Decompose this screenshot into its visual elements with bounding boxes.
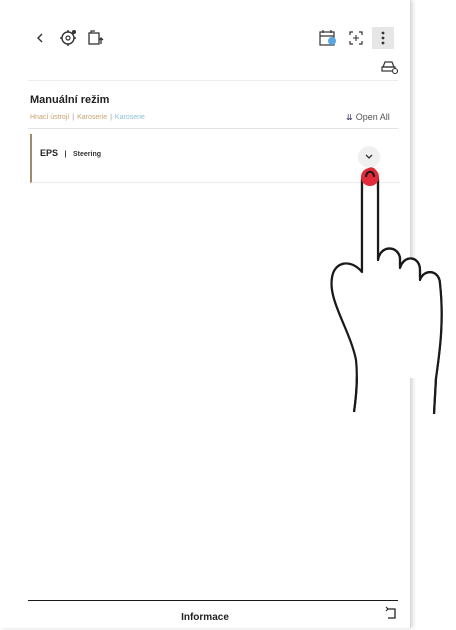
more-vertical-icon[interactable]	[372, 27, 394, 49]
capture-icon[interactable]	[344, 26, 368, 50]
breadcrumb-item[interactable]: Hnací ústrojí	[30, 114, 69, 121]
double-chevron-down-icon: ⇊	[346, 113, 353, 122]
breadcrumb: Hnací ústrojí | Karoserie | Karoserie	[30, 114, 145, 121]
toolbar-divider	[28, 80, 398, 81]
footer-divider	[28, 600, 398, 601]
gear-scan-icon[interactable]	[56, 26, 80, 50]
tap-gesture-hand-icon	[320, 150, 456, 430]
top-toolbar	[0, 18, 410, 58]
car-settings-icon[interactable]	[380, 58, 399, 75]
system-name: Steering	[73, 151, 102, 158]
system-code: EPS	[40, 148, 59, 158]
chevron-left-icon[interactable]	[28, 26, 52, 50]
calendar-badge-icon[interactable]	[316, 26, 340, 50]
exit-icon[interactable]	[384, 606, 398, 620]
open-all-button[interactable]: ⇊ Open All	[346, 112, 390, 122]
breadcrumb-item-active[interactable]: Karoserie	[115, 114, 145, 121]
device-upload-icon[interactable]	[84, 26, 108, 50]
footer-title[interactable]: Informace	[0, 612, 410, 623]
breadcrumb-item[interactable]: Karoserie	[77, 114, 107, 121]
section-divider	[28, 128, 398, 129]
open-all-label: Open All	[355, 112, 390, 122]
page-title: Manuální režim	[30, 94, 110, 106]
system-separator: |	[64, 151, 67, 158]
system-label: EPS | Steering	[40, 148, 101, 158]
